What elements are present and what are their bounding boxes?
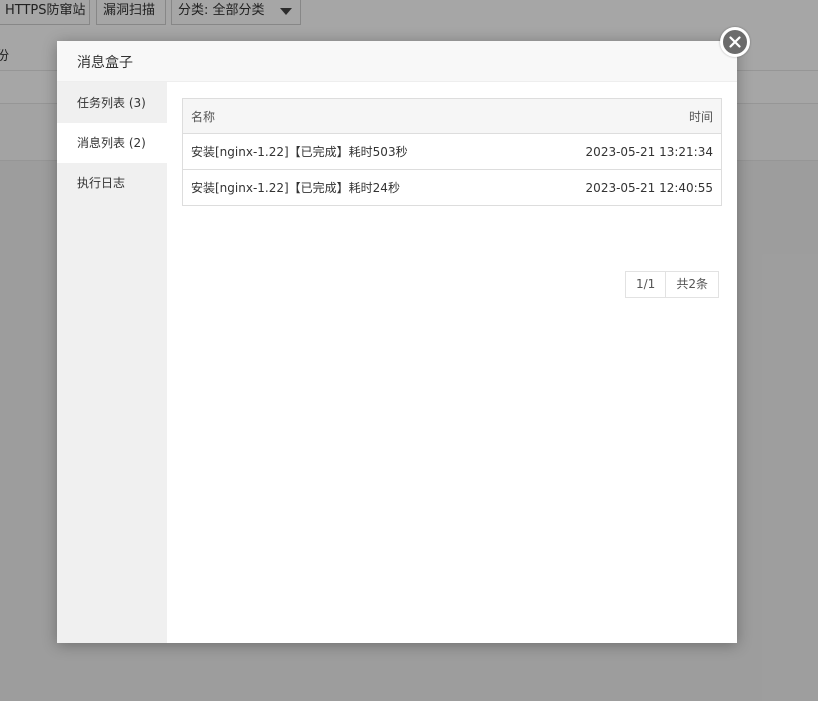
message-time: 2023-05-21 13:21:34 (515, 133, 722, 170)
table-row[interactable]: 安装[nginx-1.22]【已完成】耗时24秒 2023-05-21 12:4… (182, 169, 722, 206)
message-box-dialog: 消息盒子 任务列表 (3) 消息列表 (2) 执行日志 名称 时间 安装[ngi… (57, 27, 750, 643)
message-name: 安装[nginx-1.22]【已完成】耗时503秒 (182, 133, 516, 170)
message-list-panel: 名称 时间 安装[nginx-1.22]【已完成】耗时503秒 2023-05-… (167, 82, 737, 643)
dialog-header: 消息盒子 (57, 41, 737, 82)
table-header-row: 名称 时间 (182, 98, 722, 134)
dialog-sidebar: 任务列表 (3) 消息列表 (2) 执行日志 (57, 82, 167, 643)
sidebar-item-message-list[interactable]: 消息列表 (2) (57, 123, 167, 163)
column-header-name: 名称 (182, 98, 516, 134)
close-button[interactable] (720, 27, 750, 57)
table-row[interactable]: 安装[nginx-1.22]【已完成】耗时503秒 2023-05-21 13:… (182, 133, 722, 170)
message-table: 名称 时间 安装[nginx-1.22]【已完成】耗时503秒 2023-05-… (182, 98, 722, 206)
sidebar-item-execution-log[interactable]: 执行日志 (57, 163, 167, 203)
dialog-title: 消息盒子 (77, 55, 133, 71)
column-header-time: 时间 (515, 98, 722, 134)
app-window: HTTPS防窜站 漏洞扫描 分类: 全部分类 份 消息盒子 任务列表 (3) 消… (0, 0, 818, 701)
message-time: 2023-05-21 12:40:55 (515, 169, 722, 206)
close-icon (729, 36, 741, 48)
message-name: 安装[nginx-1.22]【已完成】耗时24秒 (182, 169, 516, 206)
pagination: 1/1 共2条 (625, 271, 719, 298)
pagination-total: 共2条 (676, 277, 708, 291)
sidebar-item-task-list[interactable]: 任务列表 (3) (57, 83, 167, 123)
pagination-current-page[interactable]: 1/1 (626, 272, 667, 297)
